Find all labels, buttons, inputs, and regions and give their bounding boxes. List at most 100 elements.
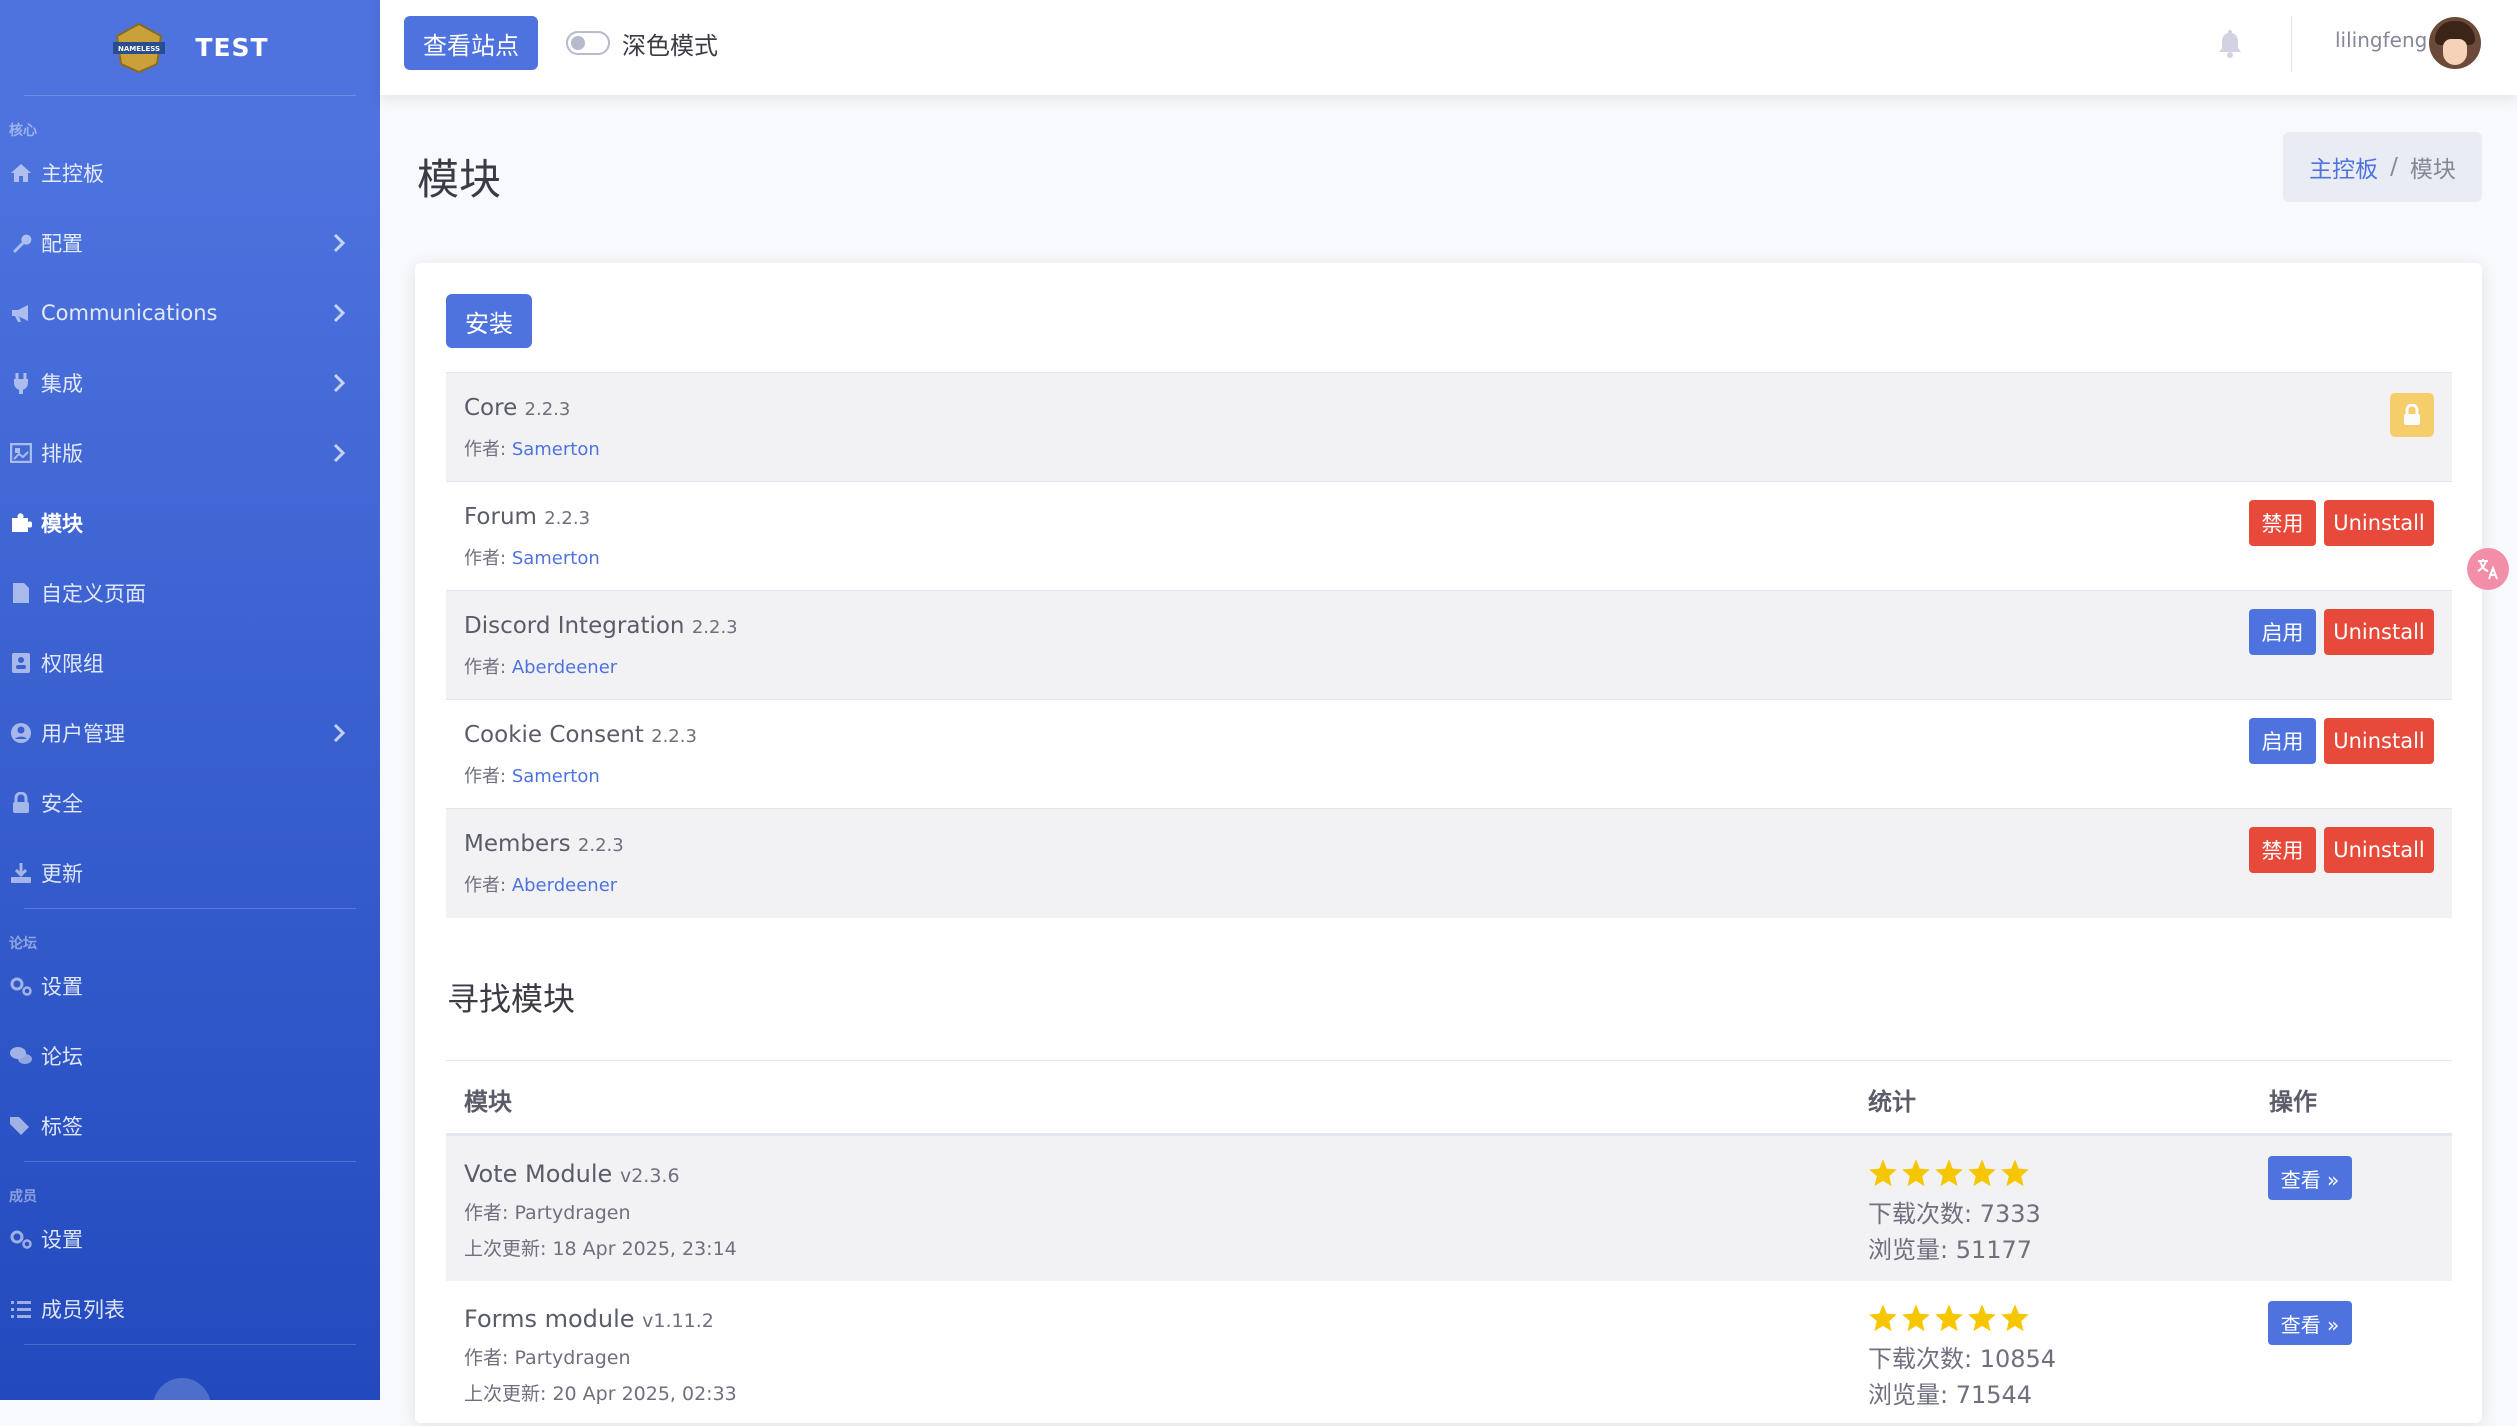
star-icon (1968, 1159, 1996, 1187)
brand-title: TEST (195, 33, 269, 62)
breadcrumb-home-link[interactable]: 主控板 (2309, 150, 2378, 184)
author-prefix: 作者: (464, 875, 507, 896)
uninstall-button[interactable]: Uninstall (2324, 718, 2434, 764)
sidebar-item-layout[interactable]: 排版 (0, 418, 380, 488)
uninstall-button[interactable]: Uninstall (2324, 827, 2434, 873)
sidebar-item-config[interactable]: 配置 (0, 208, 380, 278)
chevron-right-icon (333, 233, 346, 253)
module-version: 2.2.3 (524, 399, 571, 420)
topbar: 查看站点 深色模式 lilingfeng (380, 0, 2517, 95)
table-top-border (446, 1060, 2452, 1061)
author-link[interactable]: Samerton (512, 439, 600, 460)
module-updated: 上次更新: 20 Apr 2025, 02:33 (464, 1383, 737, 1405)
module-updated: 上次更新: 18 Apr 2025, 23:14 (464, 1238, 737, 1260)
sidebar-item-member-list[interactable]: 成员列表 (0, 1274, 380, 1344)
module-version: v2.3.6 (619, 1165, 680, 1187)
module-version: 2.2.3 (577, 835, 624, 856)
breadcrumb-current: 模块 (2409, 157, 2456, 183)
bell-icon[interactable] (2217, 28, 2243, 58)
sidebar-item-label: 模块 (41, 512, 83, 536)
module-row-members: Members 2.2.3 作者: Aberdeener 禁用 Uninstal… (446, 808, 2452, 918)
chevron-right-icon (333, 373, 346, 393)
module-name: Forum 2.2.3 (464, 504, 590, 530)
translate-icon (2477, 559, 2498, 580)
table-row: Vote Module v2.3.6 作者: Partydragen 上次更新:… (446, 1136, 2452, 1281)
author-link[interactable]: Samerton (512, 548, 600, 569)
module-author: 作者: Aberdeener (464, 653, 617, 679)
install-button[interactable]: 安装 (446, 294, 532, 348)
brand-logo-text: NAMELESS (118, 45, 160, 53)
cogs-icon (9, 1227, 33, 1251)
author-prefix: 作者: (464, 657, 507, 678)
puzzle-icon (9, 511, 33, 535)
home-icon (9, 161, 33, 185)
list-icon (9, 1297, 33, 1321)
page-title: 模块 (417, 155, 502, 204)
chevron-right-icon (333, 303, 346, 323)
sidebar: NAMELESS TEST 核心 主控板 配置 Communications 集… (0, 0, 380, 1400)
sidebar-item-member-settings[interactable]: 设置 (0, 1204, 380, 1274)
sidebar-item-custom-pages[interactable]: 自定义页面 (0, 558, 380, 628)
username[interactable]: lilingfeng (2335, 28, 2427, 52)
disable-button[interactable]: 禁用 (2249, 827, 2316, 873)
locked-button[interactable] (2390, 393, 2434, 437)
table-row: Forms module v1.11.2 作者: Partydragen 上次更… (446, 1281, 2452, 1426)
sidebar-item-users[interactable]: 用户管理 (0, 698, 380, 768)
view-module-button[interactable]: 查看 » (2268, 1156, 2352, 1200)
brand-logo: NAMELESS (113, 22, 166, 73)
sidebar-item-groups[interactable]: 权限组 (0, 628, 380, 698)
sidebar-item-forum-settings[interactable]: 设置 (0, 951, 380, 1021)
author-link[interactable]: Samerton (512, 766, 600, 787)
download-count: 下载次数: 7333 (1868, 1200, 2041, 1228)
module-title: Members (464, 831, 571, 857)
column-header-actions: 操作 (2269, 1088, 2317, 1116)
sidebar-item-label: 设置 (41, 975, 83, 999)
rating-stars (1868, 1158, 2030, 1188)
translate-float-button[interactable] (2467, 548, 2509, 590)
sidebar-divider (24, 1344, 356, 1345)
sidebar-item-security[interactable]: 安全 (0, 768, 380, 838)
author-prefix: 作者: (464, 766, 507, 787)
sidebar-item-label: 集成 (41, 372, 83, 396)
sidebar-heading-forum: 论坛 (9, 936, 37, 952)
uninstall-button[interactable]: Uninstall (2324, 609, 2434, 655)
module-name: Members 2.2.3 (464, 831, 624, 857)
sidebar-item-forums[interactable]: 论坛 (0, 1021, 380, 1091)
module-version: 2.2.3 (544, 508, 591, 529)
sidebar-item-update[interactable]: 更新 (0, 838, 380, 908)
megaphone-icon (9, 301, 33, 325)
star-icon (1902, 1304, 1930, 1332)
sidebar-item-communications[interactable]: Communications (0, 278, 380, 348)
uninstall-button[interactable]: Uninstall (2324, 500, 2434, 546)
cogs-icon (9, 974, 33, 998)
sidebar-item-label: Communications (41, 301, 218, 325)
breadcrumb: 主控板 / 模块 (2283, 132, 2482, 202)
user-circle-icon (9, 721, 33, 745)
module-author: 作者: Aberdeener (464, 871, 617, 897)
sidebar-item-integrations[interactable]: 集成 (0, 348, 380, 418)
column-header-module: 模块 (464, 1088, 512, 1116)
author-link[interactable]: Aberdeener (512, 657, 617, 678)
module-title: Vote Module (464, 1160, 613, 1188)
avatar[interactable] (2429, 17, 2481, 69)
module-name: Discord Integration 2.2.3 (464, 613, 738, 639)
view-site-button[interactable]: 查看站点 (404, 16, 538, 70)
author-link[interactable]: Aberdeener (512, 875, 617, 896)
dark-mode-label: 深色模式 (622, 32, 718, 60)
module-title: Forum (464, 504, 537, 530)
disable-button[interactable]: 禁用 (2249, 500, 2316, 546)
sidebar-item-dashboard[interactable]: 主控板 (0, 138, 380, 208)
module-name: Cookie Consent 2.2.3 (464, 722, 697, 748)
sidebar-brand[interactable]: NAMELESS TEST (0, 0, 380, 95)
sidebar-heading-core: 核心 (9, 123, 37, 139)
sidebar-toggle-button[interactable] (153, 1378, 211, 1400)
sidebar-item-label: 配置 (41, 232, 83, 256)
star-icon (1869, 1159, 1897, 1187)
view-module-button[interactable]: 查看 » (2268, 1301, 2352, 1345)
enable-button[interactable]: 启用 (2249, 718, 2316, 764)
sidebar-item-modules[interactable]: 模块 (0, 488, 380, 558)
address-card-icon (9, 651, 33, 675)
dark-mode-toggle[interactable] (566, 31, 610, 55)
sidebar-item-labels[interactable]: 标签 (0, 1091, 380, 1161)
enable-button[interactable]: 启用 (2249, 609, 2316, 655)
